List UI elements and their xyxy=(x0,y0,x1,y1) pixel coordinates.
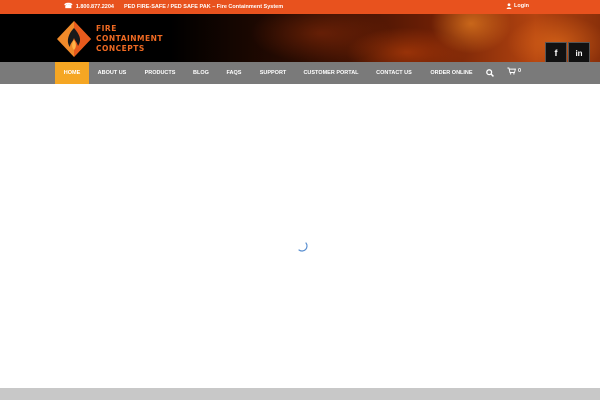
phone-contact[interactable]: ☎ 1.800.877.2204 xyxy=(64,3,114,10)
user-icon xyxy=(506,3,512,9)
facebook-icon: f xyxy=(554,48,558,58)
login-label: Login xyxy=(514,3,529,9)
nav-item-home[interactable]: HOME xyxy=(55,62,89,84)
nav-item-faqs[interactable]: FAQS xyxy=(221,62,247,84)
footer-strip xyxy=(0,388,600,400)
search-icon[interactable] xyxy=(486,69,494,77)
logo-line-3: CONCEPTS xyxy=(96,44,145,53)
cart-button[interactable]: 0 xyxy=(507,67,521,75)
nav-item-about-us[interactable]: ABOUT US xyxy=(92,62,132,84)
logo-line-1: FIRE xyxy=(96,24,117,33)
nav-item-order-online[interactable]: ORDER ONLINE xyxy=(424,62,479,84)
logo-text: FIRE CONTAINMENT CONCEPTS xyxy=(96,24,163,54)
phone-icon: ☎ xyxy=(64,3,73,10)
main-nav: HOME ABOUT US PRODUCTS BLOG FAQS SUPPORT… xyxy=(0,62,600,84)
nav-item-support[interactable]: SUPPORT xyxy=(254,62,292,84)
flames-background xyxy=(170,14,600,62)
logo-line-2: CONTAINMENT xyxy=(96,34,164,43)
facebook-button[interactable]: f xyxy=(545,42,567,62)
top-tagline: PED FIRE-SAFE / PED SAFE PAK – Fire Cont… xyxy=(124,4,284,10)
nav-item-blog[interactable]: BLOG xyxy=(188,62,214,84)
nav-item-customer-portal[interactable]: CUSTOMER PORTAL xyxy=(298,62,364,84)
flame-logo-icon xyxy=(57,21,91,57)
linkedin-icon: in xyxy=(575,48,583,58)
linkedin-button[interactable]: in xyxy=(568,42,590,62)
phone-number: 1.800.877.2204 xyxy=(75,4,114,10)
login-link[interactable]: Login xyxy=(506,3,529,9)
nav-item-products[interactable]: PRODUCTS xyxy=(139,62,181,84)
spinner-icon xyxy=(298,242,308,252)
site-logo[interactable]: FIRE CONTAINMENT CONCEPTS xyxy=(56,20,163,58)
cart-count: 0 xyxy=(518,68,522,74)
top-bar: ☎ 1.800.877.2204 PED FIRE-SAFE / PED SAF… xyxy=(0,0,600,14)
cart-icon xyxy=(507,67,516,75)
site-header: FIRE CONTAINMENT CONCEPTS f in xyxy=(0,14,600,62)
nav-item-contact-us[interactable]: CONTACT US xyxy=(371,62,417,84)
